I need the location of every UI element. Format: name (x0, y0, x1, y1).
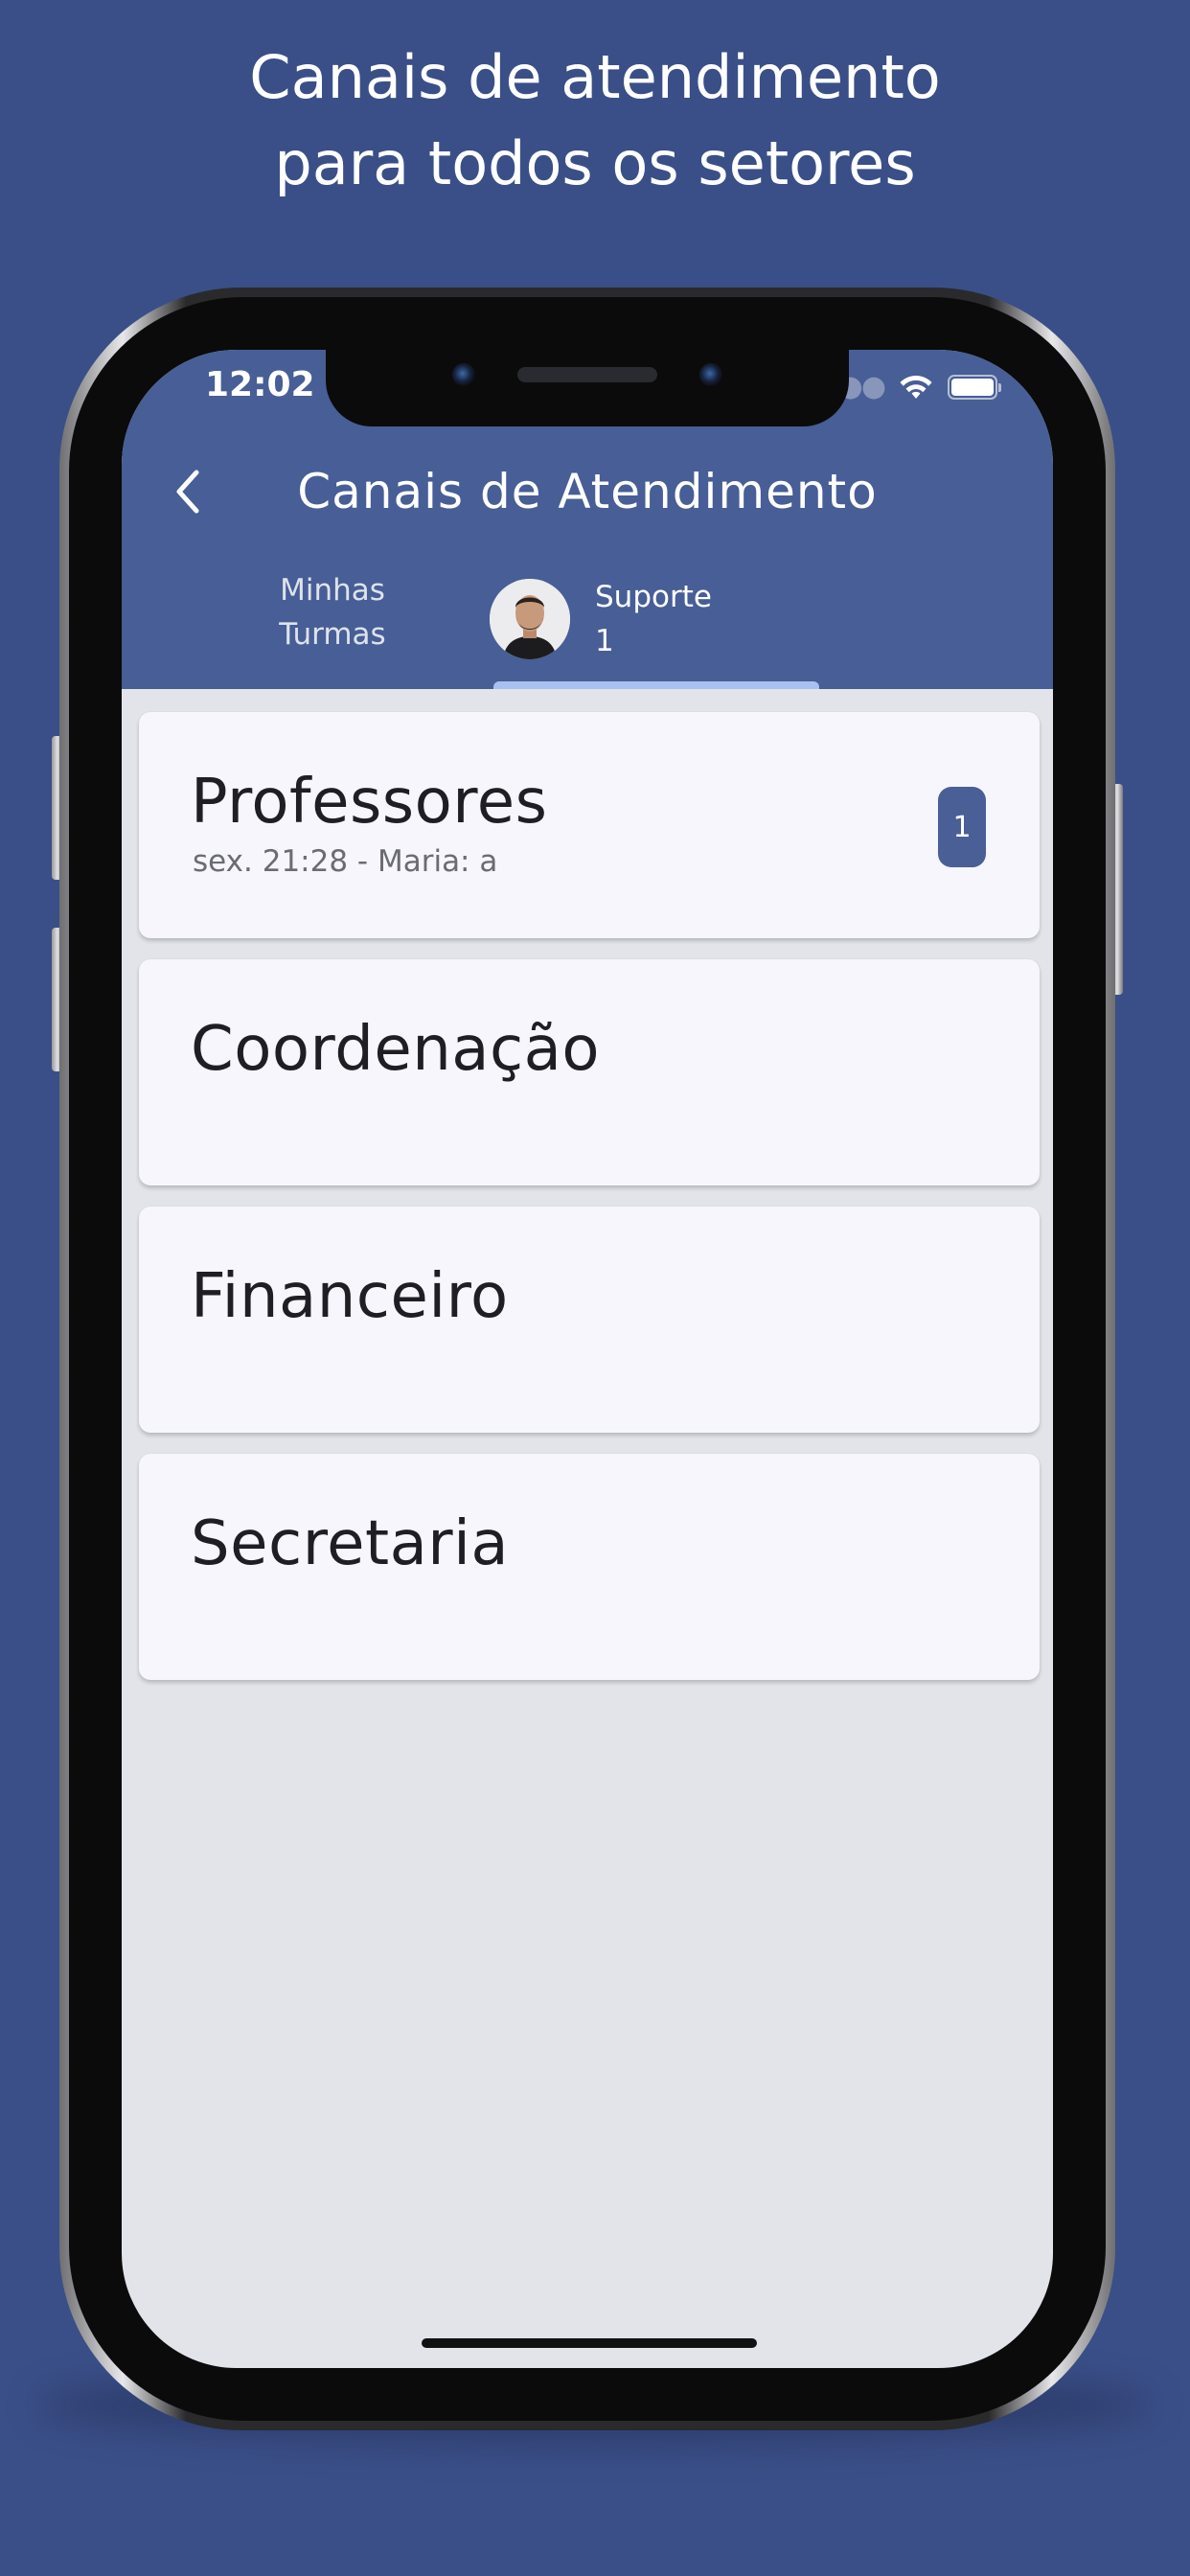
channel-name: Professores (191, 767, 548, 838)
tab-suporte-label: Suporte (595, 580, 712, 614)
channel-list: Professores sex. 21:28 - Maria: a 1 Coor… (139, 712, 1040, 1701)
tab-minhas-turmas[interactable]: Minhas Turmas (237, 568, 428, 656)
channel-name: Financeiro (191, 1261, 509, 1332)
front-camera-right (699, 363, 722, 386)
app-screen: 12:02 ●●● Canais de Atendimento Minhas T… (122, 350, 1053, 2368)
home-indicator (422, 2338, 757, 2348)
tab-minhas-turmas-line-1: Minhas (280, 573, 385, 608)
channel-card-secretaria[interactable]: Secretaria (139, 1454, 1040, 1680)
wifi-icon (900, 376, 932, 399)
tab-indicator (493, 681, 819, 689)
promo-headline-line-1: Canais de atendimento (249, 42, 941, 112)
battery-icon (948, 375, 1001, 400)
tab-suporte-count: 1 (595, 624, 614, 658)
status-time: 12:02 (205, 365, 315, 404)
earpiece-speaker (517, 367, 657, 382)
phone-notch (326, 350, 849, 426)
unread-badge: 1 (938, 787, 986, 867)
avatar (490, 579, 570, 659)
channel-last-message: sex. 21:28 - Maria: a (193, 844, 498, 879)
page-title: Canais de Atendimento (297, 464, 878, 519)
promo-headline: Canais de atendimento para todos os seto… (0, 34, 1190, 207)
tab-suporte[interactable]: Suporte 1 (490, 576, 712, 662)
channel-name: Secretaria (191, 1508, 510, 1579)
channel-card-professores[interactable]: Professores sex. 21:28 - Maria: a 1 (139, 712, 1040, 938)
channel-name: Coordenação (191, 1014, 601, 1085)
promo-headline-line-2: para todos os setores (274, 128, 916, 198)
front-camera-left (452, 363, 475, 386)
channel-card-financeiro[interactable]: Financeiro (139, 1207, 1040, 1433)
tab-minhas-turmas-line-2: Turmas (279, 617, 386, 652)
tab-suporte-text: Suporte 1 (595, 575, 712, 663)
channel-card-coordenacao[interactable]: Coordenação (139, 959, 1040, 1185)
